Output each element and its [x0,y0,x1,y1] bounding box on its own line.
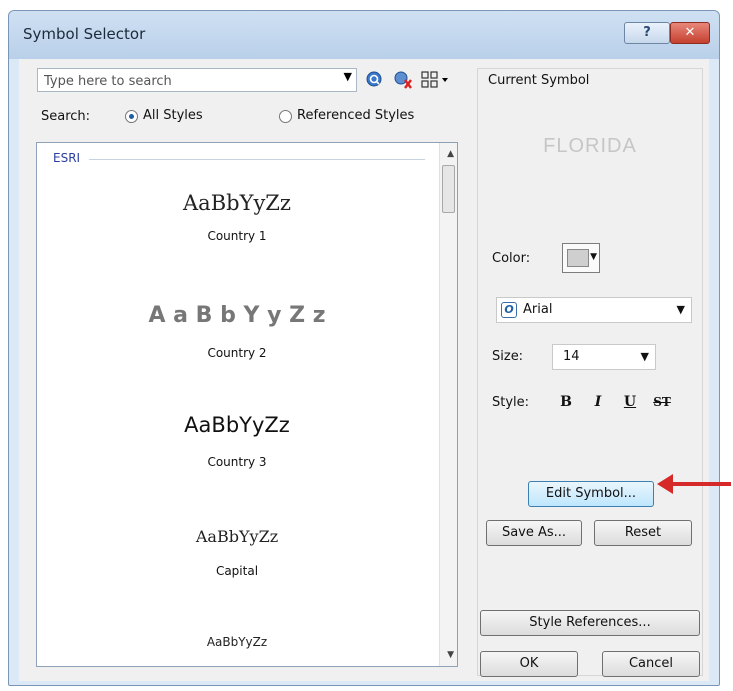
symbol-item[interactable]: AaBbYyZz Country 3 [47,413,427,469]
ok-button[interactable]: OK [480,651,578,677]
symbol-sample: AaBbYyZz [206,635,268,649]
scroll-thumb[interactable] [442,165,455,213]
title-bar: Symbol Selector ? ✕ [9,11,719,59]
font-dropdown[interactable]: O Arial ▼ [496,297,692,323]
chevron-down-icon: ▼ [590,252,597,262]
window-title: Symbol Selector [23,25,146,43]
group-divider [89,159,425,160]
clear-search-icon[interactable] [393,70,413,90]
vertical-scrollbar[interactable]: ▲ ▼ [439,143,457,666]
all-styles-radio[interactable] [125,110,138,123]
referenced-styles-radio[interactable] [279,110,292,123]
symbol-sample: AaBbYyZz [184,413,290,437]
current-symbol-panel: Current Symbol FLORIDA Color: ▼ O Arial … [477,68,703,677]
symbol-selector-window: Symbol Selector ? ✕ ▼ Search: All St [8,10,720,686]
current-symbol-label: Current Symbol [488,73,590,88]
symbol-item[interactable]: A a B b Y y Z z Country 2 [47,303,427,360]
chevron-down-icon: ▼ [640,350,649,363]
scroll-down-icon[interactable]: ▼ [447,650,454,660]
edit-symbol-button[interactable]: Edit Symbol... [528,481,654,507]
cancel-button[interactable]: Cancel [602,651,700,677]
size-label: Size: [492,349,524,364]
symbol-item[interactable]: AaBbYyZz [47,635,427,649]
style-references-button[interactable]: Style References... [480,610,700,636]
all-styles-label[interactable]: All Styles [143,108,203,123]
view-options-icon[interactable] [421,70,451,90]
symbol-list[interactable]: ESRI AaBbYyZz Country 1 A a B b Y y Z z … [36,142,458,667]
italic-button[interactable]: I [586,391,610,413]
save-as-button[interactable]: Save As... [486,520,582,546]
symbol-sample: AaBbYyZz [183,191,291,215]
symbol-label: Country 2 [207,346,267,360]
chevron-down-icon: ▼ [676,303,685,316]
close-button[interactable]: ✕ [670,22,710,44]
strikethrough-button[interactable]: ST [650,391,674,413]
annotation-arrow-icon [657,474,731,494]
symbol-preview: FLORIDA [543,135,637,157]
dialog-body: ▼ Search: All Styles Referenced Styles E… [19,59,709,681]
search-icon[interactable] [365,70,385,90]
referenced-styles-label[interactable]: Referenced Styles [297,108,414,123]
symbol-label: Country 1 [207,229,267,243]
search-input[interactable] [38,69,336,93]
size-value: 14 [563,349,580,364]
symbol-sample: AaBbYyZz [195,527,279,546]
reset-button[interactable]: Reset [594,520,692,546]
style-label: Style: [492,395,530,410]
help-button[interactable]: ? [624,22,670,44]
search-combo[interactable]: ▼ [37,68,357,93]
color-swatch [567,249,589,267]
group-header: ESRI [53,151,81,165]
symbol-label: Country 3 [207,455,267,469]
search-dropdown-arrow-icon[interactable]: ▼ [344,70,352,83]
color-label: Color: [492,251,531,266]
search-scope-label: Search: [41,109,91,124]
symbol-sample: A a B b Y y Z z [148,303,326,328]
underline-button[interactable]: U [618,391,642,413]
symbol-item[interactable]: AaBbYyZz Capital [47,527,427,578]
bold-button[interactable]: B [554,391,578,413]
size-dropdown[interactable]: 14 ▼ [552,344,656,370]
opentype-font-icon: O [501,302,517,318]
color-picker-button[interactable]: ▼ [562,243,600,273]
font-name: Arial [523,302,553,317]
scroll-up-icon[interactable]: ▲ [447,149,454,159]
symbol-item[interactable]: AaBbYyZz Country 1 [47,191,427,243]
symbol-label: Capital [215,564,259,578]
